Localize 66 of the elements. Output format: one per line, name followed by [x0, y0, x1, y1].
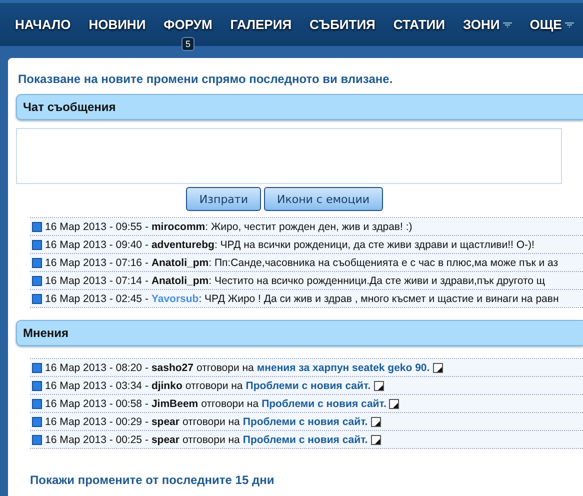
nav-link[interactable]: НАЧАЛО [15, 17, 71, 32]
user-name[interactable]: mirocomm [151, 220, 206, 232]
external-link-icon[interactable] [370, 434, 381, 444]
topic-link[interactable]: Проблеми с новия сайт. [262, 398, 386, 410]
bullet-icon [32, 222, 42, 232]
nav-link[interactable]: ЗОНИ [462, 17, 512, 32]
bullet-icon [32, 294, 42, 304]
bullet-icon [32, 398, 42, 408]
message-text: : Пп:Санде,часовника на съобщенията е с час в плюс,ма може пък и аз [208, 256, 558, 268]
bullet-icon [32, 240, 42, 250]
user-name[interactable]: Anatoli_pm [151, 274, 209, 286]
external-link-icon[interactable] [432, 362, 443, 372]
message-time: 16 Мар 2013 - 07:14 - [45, 274, 148, 286]
message-text: : ЧРД на всички рожденици, да сте живи здрави и щастливи!! O-)! [214, 238, 534, 250]
nav-link[interactable]: НОВИНИ [88, 17, 146, 32]
message-text: : ЧРД Жиро ! Да си жив и здрав , много късмет и щастие и винаги на равн [198, 292, 559, 304]
external-link-icon[interactable] [374, 380, 384, 390]
message-time: 16 Мар 2013 - 02:45 - [45, 292, 148, 304]
user-name[interactable]: Anatoli_pm [151, 256, 209, 268]
message-time: 16 Мар 2013 - 09:55 - [45, 220, 148, 232]
action-text: отговори на [182, 434, 240, 446]
intro-text: Показване на новите промени спрямо последното ви влизане. [17, 72, 394, 86]
topic-link[interactable]: мнения за харпун seatek geko 90. [256, 362, 430, 374]
message-input[interactable] [16, 128, 562, 184]
dropdown-icon [502, 22, 512, 28]
post-time: 16 Мар 2013 - 08:20 - [45, 362, 148, 374]
topic-link[interactable]: Проблеми с новия сайт. [242, 416, 368, 428]
bullet-icon [32, 276, 42, 286]
topic-link[interactable]: Проблеми с новия сайт. [242, 434, 368, 446]
user-name[interactable]: spear [151, 416, 180, 428]
external-link-icon[interactable] [370, 416, 381, 426]
topic-link[interactable]: Проблеми с новия сайт. [246, 380, 371, 392]
user-name[interactable]: sasho27 [151, 362, 194, 374]
dropdown-icon [564, 22, 574, 28]
nav-link[interactable]: СТАТИИ [393, 17, 445, 32]
nav-link[interactable]: ГАЛЕРИЯ [230, 17, 292, 32]
section-title: Мнения [23, 326, 69, 340]
show-changes-link[interactable]: Покажи промените от последните 15 дни [30, 473, 583, 487]
bullet-icon [32, 416, 42, 426]
bullet-icon [32, 434, 42, 444]
post-time: 16 Мар 2013 - 00:29 - [45, 416, 148, 428]
message-time: 16 Мар 2013 - 07:16 - [45, 256, 148, 268]
post-time: 16 Мар 2013 - 00:25 - [45, 434, 148, 446]
post-time: 16 Мар 2013 - 00:58 - [45, 398, 148, 410]
user-name[interactable]: djinko [151, 380, 182, 392]
bullet-icon [32, 258, 42, 268]
chat-button[interactable]: Икони с емоции [264, 187, 383, 211]
count-badge: 5 [181, 37, 194, 51]
action-text: отговори на [196, 362, 254, 374]
nav-link[interactable]: СЪБИТИЯ [310, 17, 376, 32]
user-name[interactable]: spear [151, 434, 180, 446]
message-text: : Честито на всичко рожденници.Да сте живи и здрави,пък другото щ [208, 274, 546, 286]
user-name[interactable]: JimBeem [151, 398, 198, 410]
bullet-icon [32, 362, 42, 372]
action-text: отговори на [185, 380, 243, 392]
action-text: отговори на [201, 398, 259, 410]
chat-button[interactable]: Изпрати [186, 187, 261, 211]
nav-link[interactable]: ОЩЕ [530, 17, 574, 32]
bullet-icon [32, 380, 42, 390]
external-link-icon[interactable] [389, 398, 400, 408]
message-time: 16 Мар 2013 - 09:40 - [45, 238, 148, 250]
message-text: : Жиро, честит рожден ден, жив и здрав! :) [205, 220, 412, 232]
post-time: 16 Мар 2013 - 03:34 - [45, 380, 148, 392]
user-name[interactable]: adventurebg [151, 238, 214, 250]
action-text: отговори на [182, 416, 240, 428]
section-title: Чат съобщения [23, 100, 116, 114]
